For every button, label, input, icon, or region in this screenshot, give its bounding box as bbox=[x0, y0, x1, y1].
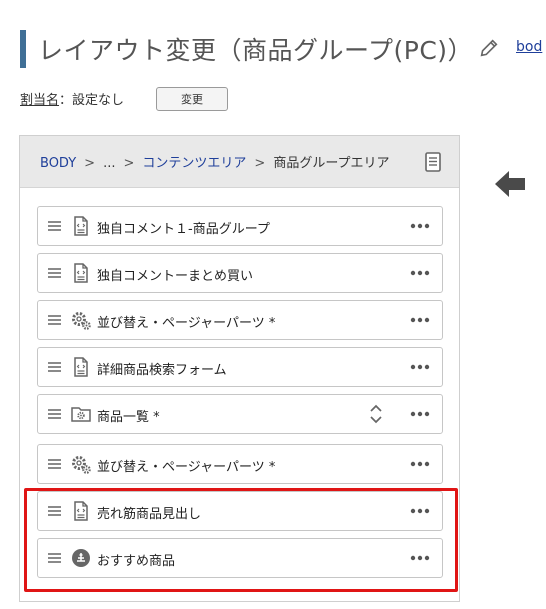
list-item[interactable]: 商品一覧 * bbox=[37, 394, 443, 434]
more-options-icon[interactable] bbox=[410, 361, 430, 373]
item-label: 商品一覧 * bbox=[97, 410, 160, 425]
expand-collapse-icon[interactable] bbox=[369, 403, 383, 425]
assign-value: ：設定なし bbox=[59, 93, 125, 108]
list-item[interactable]: 独自コメント１-商品グループ bbox=[37, 206, 443, 246]
item-label: 独自コメントーまとめ買い bbox=[97, 269, 254, 284]
recommend-circle-icon bbox=[72, 549, 90, 567]
change-button[interactable]: 変更 bbox=[156, 87, 228, 111]
list-item[interactable]: 並び替え・ページャーパーツ * bbox=[37, 444, 443, 484]
breadcrumb: BODY >... > コンテンツエリア > 商品グループエリア bbox=[40, 152, 390, 171]
drag-handle-icon[interactable] bbox=[48, 221, 61, 232]
breadcrumb-content-area[interactable]: コンテンツエリア bbox=[142, 156, 246, 171]
drag-handle-icon[interactable] bbox=[48, 268, 61, 279]
assign-row: 割当名：設定なし bbox=[20, 89, 124, 108]
gears-icon bbox=[72, 456, 91, 474]
drag-handle-icon[interactable] bbox=[48, 553, 61, 564]
item-label: 売れ筋商品見出し bbox=[97, 507, 202, 522]
folder-gear-icon bbox=[71, 407, 91, 422]
assign-name-link[interactable]: 割当名 bbox=[20, 93, 59, 108]
document-code-icon bbox=[74, 501, 88, 521]
gears-icon bbox=[72, 312, 91, 330]
list-item[interactable]: 独自コメントーまとめ買い bbox=[37, 253, 443, 293]
more-options-icon[interactable] bbox=[410, 408, 430, 420]
list-item[interactable]: 並び替え・ページャーパーツ * bbox=[37, 300, 443, 340]
item-label: 並び替え・ページャーパーツ * bbox=[97, 316, 276, 331]
more-options-icon[interactable] bbox=[410, 267, 430, 279]
more-options-icon[interactable] bbox=[410, 314, 430, 326]
document-code-icon bbox=[74, 357, 88, 377]
breadcrumb-separator: > bbox=[254, 156, 266, 171]
arrow-left-icon[interactable] bbox=[494, 169, 526, 199]
document-code-icon bbox=[74, 263, 88, 283]
drag-handle-icon[interactable] bbox=[48, 362, 61, 373]
breadcrumb-separator: > bbox=[84, 156, 96, 171]
list-item[interactable]: 詳細商品検索フォーム bbox=[37, 347, 443, 387]
page-title: レイアウト変更（商品グループ(PC)） bbox=[38, 36, 474, 65]
title-accent-bar bbox=[20, 30, 26, 68]
panel-header: BODY >... > コンテンツエリア > 商品グループエリア bbox=[20, 136, 459, 188]
more-options-icon[interactable] bbox=[410, 220, 430, 232]
breadcrumb-body[interactable]: BODY bbox=[40, 156, 76, 171]
drag-handle-icon[interactable] bbox=[48, 409, 61, 420]
item-label: 詳細商品検索フォーム bbox=[97, 363, 227, 378]
list-item[interactable]: 売れ筋商品見出し bbox=[37, 491, 443, 531]
item-label: 独自コメント１-商品グループ bbox=[97, 222, 270, 237]
drag-handle-icon[interactable] bbox=[48, 506, 61, 517]
breadcrumb-ellipsis[interactable]: ... bbox=[103, 156, 115, 171]
item-label: 並び替え・ページャーパーツ * bbox=[97, 460, 276, 475]
more-options-icon[interactable] bbox=[410, 505, 430, 517]
item-label: おすすめ商品 bbox=[97, 554, 176, 569]
more-options-icon[interactable] bbox=[410, 458, 430, 470]
layout-panel: BODY >... > コンテンツエリア > 商品グループエリア 独自コメント１-商品グル… bbox=[19, 135, 460, 602]
document-code-icon bbox=[74, 216, 88, 236]
list-item[interactable]: おすすめ商品 bbox=[37, 538, 443, 578]
breadcrumb-current: 商品グループエリア bbox=[273, 156, 390, 171]
drag-handle-icon[interactable] bbox=[48, 315, 61, 326]
breadcrumb-separator: > bbox=[123, 156, 135, 171]
more-options-icon[interactable] bbox=[410, 552, 430, 564]
edit-pencil-icon[interactable] bbox=[478, 37, 500, 59]
body-link[interactable]: bod bbox=[516, 39, 542, 55]
drag-handle-icon[interactable] bbox=[48, 459, 61, 470]
document-list-icon[interactable] bbox=[424, 152, 442, 172]
